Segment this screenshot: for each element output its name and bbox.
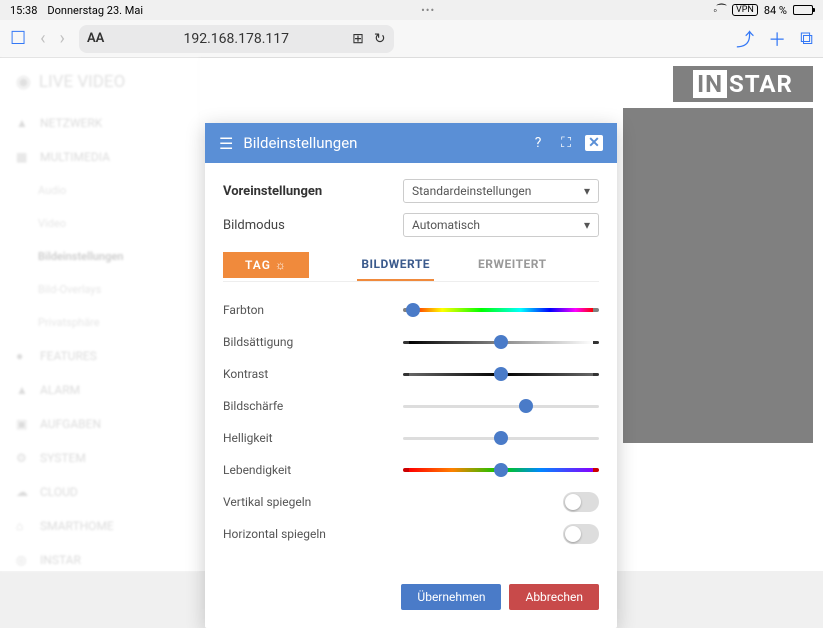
chevron-down-icon: ▾ <box>584 218 590 232</box>
settings-icon: ☰ <box>219 134 233 153</box>
vibrance-slider[interactable] <box>403 468 599 472</box>
tab-bildwerte[interactable]: BILDWERTE <box>357 249 434 281</box>
slider-thumb[interactable] <box>494 463 508 477</box>
hflip-label: Horizontal spiegeln <box>223 527 403 541</box>
vflip-label: Vertikal spiegeln <box>223 495 403 509</box>
chevron-down-icon: ▾ <box>584 184 590 198</box>
wifi-icon: ◦⁀ <box>713 4 726 17</box>
saturation-label: Bildsättigung <box>223 335 403 349</box>
expand-icon[interactable]: ⛶ <box>557 135 575 151</box>
vibrance-label: Lebendigkeit <box>223 463 403 477</box>
sidebar-toggle-icon[interactable]: ☐ <box>10 28 26 49</box>
presets-select[interactable]: Standardeinstellungen ▾ <box>403 179 599 203</box>
hflip-toggle[interactable] <box>563 524 599 544</box>
presets-label: Voreinstellungen <box>223 184 403 199</box>
image-settings-modal: ☰ Bildeinstellungen ? ⛶ ✕ Voreinstellung… <box>205 123 617 628</box>
tabs-icon[interactable]: ⧉ <box>800 28 813 49</box>
back-icon[interactable]: ‹ <box>40 28 45 49</box>
browser-toolbar: ☐ ‹ › AA 192.168.178.117 ⊞ ↻ ⤴ ＋ ⧉ <box>0 20 823 58</box>
tab-erweitert[interactable]: ERWEITERT <box>474 249 551 281</box>
slider-thumb[interactable] <box>494 431 508 445</box>
contrast-slider[interactable] <box>403 373 599 376</box>
battery-icon <box>793 5 813 15</box>
sharpness-slider[interactable] <box>403 405 599 408</box>
vflip-toggle[interactable] <box>563 492 599 512</box>
slider-thumb[interactable] <box>494 367 508 381</box>
reader-aa-icon[interactable]: AA <box>87 31 104 46</box>
url-text: 192.168.178.117 <box>184 31 290 47</box>
hue-label: Farbton <box>223 303 403 317</box>
multitask-dots-icon: ••• <box>421 4 435 17</box>
sharpness-label: Bildschärfe <box>223 399 403 413</box>
brightness-slider[interactable] <box>403 437 599 440</box>
status-time: 15:38 <box>10 4 37 17</box>
share-icon[interactable]: ⤴ <box>736 26 754 52</box>
modal-title: Bildeinstellungen <box>243 134 519 152</box>
close-icon[interactable]: ✕ <box>585 135 603 151</box>
help-icon[interactable]: ? <box>529 135 547 151</box>
saturation-slider[interactable] <box>403 341 599 344</box>
slider-thumb[interactable] <box>494 335 508 349</box>
reload-icon[interactable]: ↻ <box>374 31 386 47</box>
apply-button[interactable]: Übernehmen <box>401 584 501 610</box>
url-field[interactable]: AA 192.168.178.117 ⊞ ↻ <box>79 25 394 53</box>
extensions-icon[interactable]: ⊞ <box>352 31 364 47</box>
slider-thumb[interactable] <box>519 399 533 413</box>
contrast-label: Kontrast <box>223 367 403 381</box>
hue-slider[interactable] <box>403 308 599 312</box>
modal-header: ☰ Bildeinstellungen ? ⛶ ✕ <box>205 123 617 163</box>
new-tab-icon[interactable]: ＋ <box>768 26 786 52</box>
battery-percent: 84 % <box>764 4 787 17</box>
tag-button[interactable]: TAG ☼ <box>223 252 309 278</box>
mode-select[interactable]: Automatisch ▾ <box>403 213 599 237</box>
status-bar: 15:38 Donnerstag 23. Mai ••• ◦⁀ VPN 84 % <box>0 0 823 20</box>
cancel-button[interactable]: Abbrechen <box>509 584 599 610</box>
status-date: Donnerstag 23. Mai <box>47 4 143 17</box>
vpn-badge: VPN <box>732 4 758 16</box>
slider-thumb[interactable] <box>406 303 420 317</box>
brightness-label: Helligkeit <box>223 431 403 445</box>
mode-label: Bildmodus <box>223 218 403 233</box>
forward-icon[interactable]: › <box>60 28 65 49</box>
